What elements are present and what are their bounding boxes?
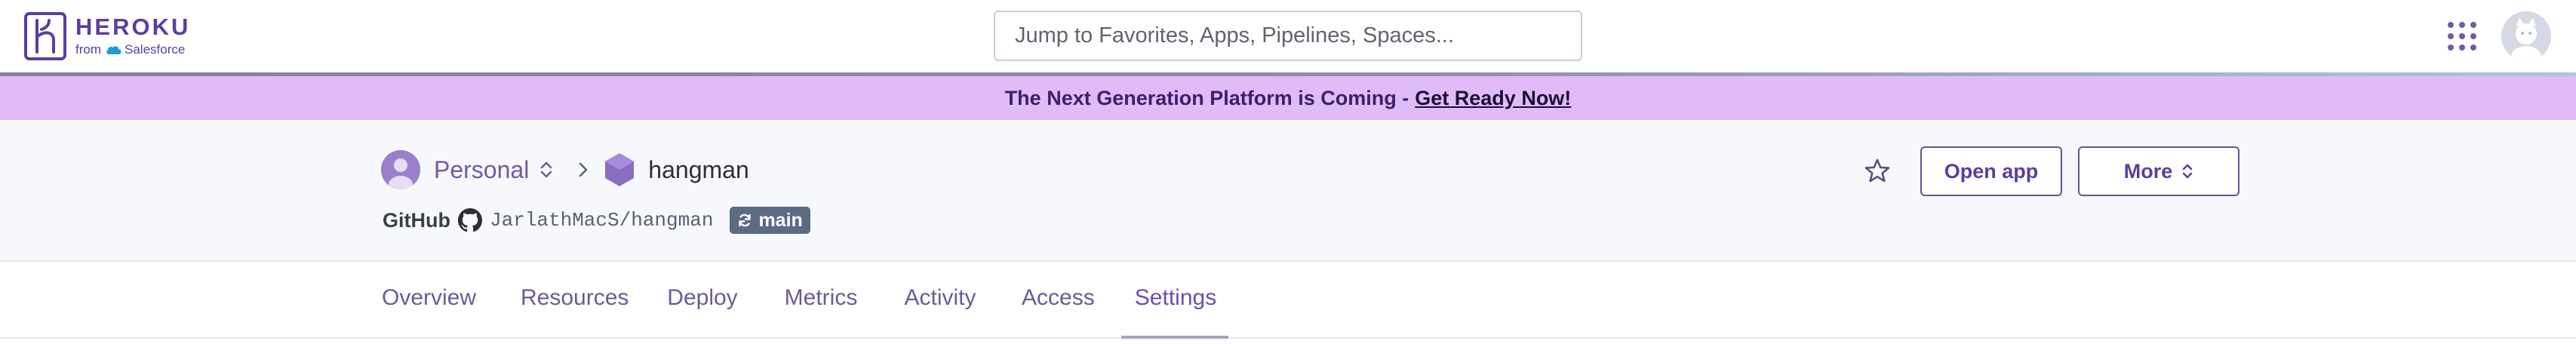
github-label: GitHub [383,208,450,232]
account-avatar[interactable] [2501,11,2551,61]
search-input[interactable] [1015,12,1561,60]
open-app-label: Open app [1944,159,2039,183]
brand-subline: from Salesforce [75,41,190,58]
tab-metrics[interactable]: Metrics [783,263,859,339]
switch-owner-icon[interactable] [539,160,553,180]
tab-overview[interactable]: Overview [382,263,476,339]
sync-icon [739,213,752,227]
tab-resources[interactable]: Resources [521,263,629,339]
tab-deploy[interactable]: Deploy [667,263,738,339]
chevron-updown-icon [2183,164,2193,179]
more-label: More [2123,159,2173,183]
branch-name: main [758,209,803,231]
active-tab-indicator [1121,336,1228,339]
salesforce-cloud-icon [106,46,121,54]
app-hexagon-icon [605,153,635,186]
open-app-button[interactable]: Open app [1920,146,2062,196]
app-tabs: Overview Resources Deploy Metrics Activi… [0,263,2576,339]
favorite-star-icon[interactable] [1862,156,1892,186]
heroku-logo[interactable]: HEROKU from Salesforce [24,12,190,60]
github-icon [457,208,482,232]
banner-link[interactable]: Get Ready Now! [1415,87,1571,110]
github-repo-link[interactable]: JarlathMacS/hangman [490,209,713,232]
tab-settings[interactable]: Settings [1133,263,1218,339]
owner-avatar [381,150,420,189]
brand-from-label: from [75,42,101,57]
tab-access[interactable]: Access [1022,263,1095,339]
github-connection: GitHub JarlathMacS/hangman main [383,205,810,235]
breadcrumb-owner[interactable]: Personal [434,156,529,184]
announcement-banner: The Next Generation Platform is Coming -… [0,76,2576,120]
brand-parent: Salesforce [124,42,186,57]
more-button[interactable]: More [2078,146,2239,196]
chevron-right-icon [579,162,588,177]
apps-grid-icon[interactable] [2448,22,2476,51]
banner-text: The Next Generation Platform is Coming - [1004,86,1409,109]
tab-activity[interactable]: Activity [902,263,978,339]
search-box[interactable] [994,11,1582,61]
top-nav: HEROKU from Salesforce [0,0,2576,74]
app-name: hangman [648,155,749,183]
person-icon [381,150,420,189]
brand-name: HEROKU [75,14,191,40]
heroku-logo-icon [24,12,66,60]
user-avatar-icon [2501,11,2551,61]
branch-badge: main [730,207,810,234]
breadcrumb: Personal hangman [381,150,749,189]
